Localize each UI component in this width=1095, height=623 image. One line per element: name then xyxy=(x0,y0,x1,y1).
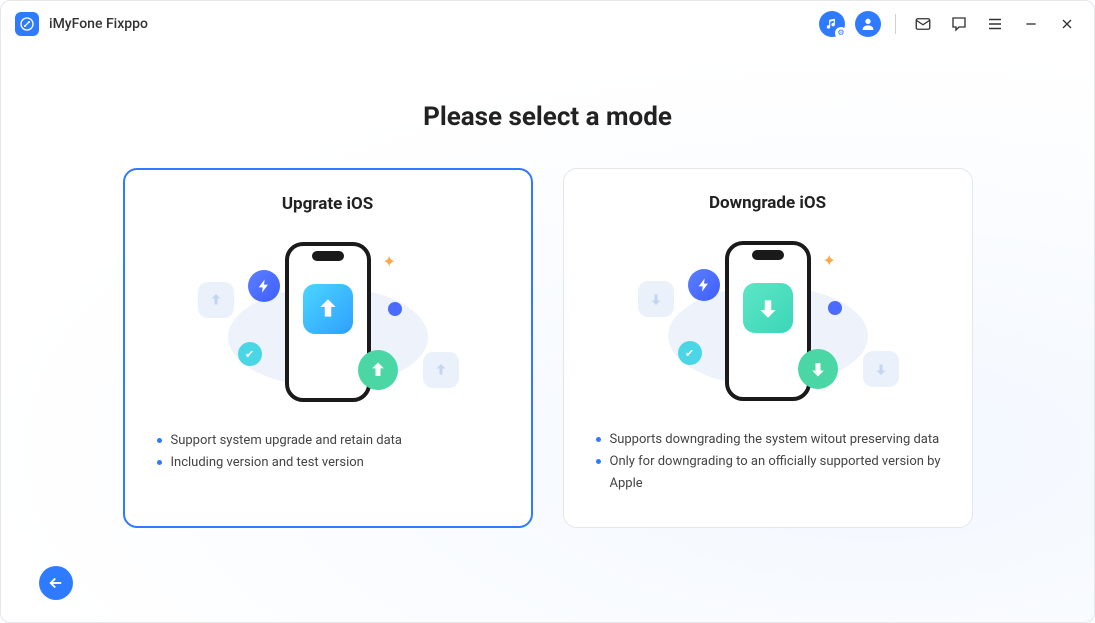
card-title: Upgrate iOS xyxy=(153,194,503,214)
shield-icon: ✔ xyxy=(678,341,702,365)
titlebar-controls: ⚙ xyxy=(819,11,1080,37)
phone-icon xyxy=(285,242,371,402)
card-bullets: Supports downgrading the system witout p… xyxy=(592,429,944,495)
bullet-item: Only for downgrading to an officially su… xyxy=(596,451,944,495)
titlebar: iMyFone Fixppo ⚙ xyxy=(1,1,1094,47)
dot-icon xyxy=(388,302,402,316)
upgrade-illustration: ✦ ✔ xyxy=(153,232,503,412)
arrow-up-circle-icon xyxy=(358,350,398,390)
dot-icon xyxy=(828,301,842,315)
arrow-down-circle-icon xyxy=(798,349,838,389)
sparkle-icon: ✦ xyxy=(823,251,836,270)
phone-icon xyxy=(725,241,811,401)
back-button[interactable] xyxy=(39,566,73,600)
app-window: iMyFone Fixppo ⚙ xyxy=(0,0,1095,623)
page-title: Please select a mode xyxy=(41,102,1054,132)
arrow-up-icon xyxy=(303,284,353,334)
content-area: Please select a mode Upgrate iOS ✦ ✔ xyxy=(1,47,1094,622)
bolt-icon xyxy=(688,269,720,301)
bullet-item: Support system upgrade and retain data xyxy=(157,430,503,452)
mode-cards: Upgrate iOS ✦ ✔ xyxy=(41,168,1054,528)
feedback-icon[interactable] xyxy=(946,11,972,37)
upgrade-ios-card[interactable]: Upgrate iOS ✦ ✔ xyxy=(123,168,533,528)
divider xyxy=(895,14,896,34)
close-icon[interactable] xyxy=(1054,11,1080,37)
bullet-item: Including version and test version xyxy=(157,452,503,474)
card-bullets: Support system upgrade and retain data I… xyxy=(153,430,503,474)
app-title: iMyFone Fixppo xyxy=(49,16,148,32)
music-settings-icon[interactable]: ⚙ xyxy=(819,11,845,37)
mail-icon[interactable] xyxy=(910,11,936,37)
bolt-icon xyxy=(248,270,280,302)
shield-icon: ✔ xyxy=(238,342,262,366)
account-icon[interactable] xyxy=(855,11,881,37)
sparkle-icon: ✦ xyxy=(383,252,396,271)
app-logo-icon xyxy=(15,12,39,36)
downgrade-illustration: ✦ ✔ xyxy=(592,231,944,411)
arrow-down-icon xyxy=(743,283,793,333)
menu-icon[interactable] xyxy=(982,11,1008,37)
minimize-icon[interactable] xyxy=(1018,11,1044,37)
card-title: Downgrade iOS xyxy=(592,193,944,213)
downgrade-ios-card[interactable]: Downgrade iOS ✦ ✔ xyxy=(563,168,973,528)
bullet-item: Supports downgrading the system witout p… xyxy=(596,429,944,451)
